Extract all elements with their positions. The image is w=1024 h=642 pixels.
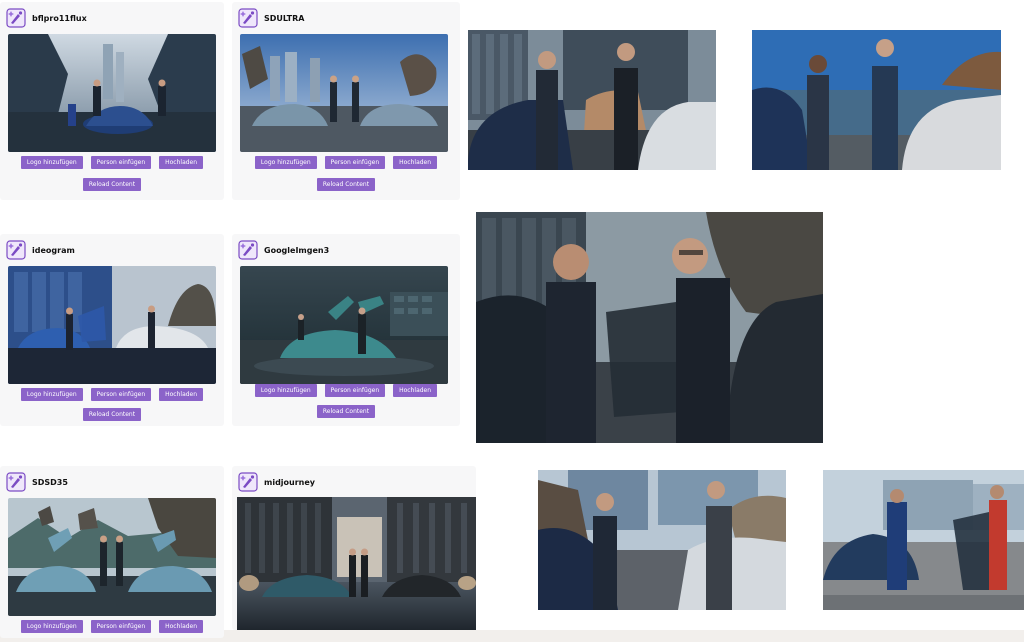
insert-person-button[interactable]: Person einfügen <box>90 388 152 401</box>
card-actions: Logo hinzufügen Person einfügen Hochlade… <box>232 384 460 397</box>
card-reload-row: Reload Content <box>232 178 460 191</box>
card-actions: Logo hinzufügen Person einfügen Hochlade… <box>0 620 224 633</box>
card-header: bflpro11flux <box>6 8 87 28</box>
insert-person-button[interactable]: Person einfügen <box>90 156 152 169</box>
insert-person-button[interactable]: Person einfügen <box>324 384 386 397</box>
sparkle-brush-logo-icon <box>238 472 258 492</box>
generator-card-googleimgen3: GoogleImgen3 Logo hinzufügen Person einf… <box>232 234 460 426</box>
generated-image[interactable] <box>237 497 476 630</box>
add-logo-button[interactable]: Logo hinzufügen <box>254 156 317 169</box>
card-title: midjourney <box>264 477 316 487</box>
upload-button[interactable]: Hochladen <box>393 384 438 397</box>
generated-image[interactable] <box>240 34 448 152</box>
sparkle-brush-logo-icon <box>238 8 258 28</box>
card-reload-row: Reload Content <box>0 408 224 421</box>
card-header: SDSD35 <box>6 472 68 492</box>
card-header: GoogleImgen3 <box>238 240 329 260</box>
generator-card-ideogram: ideogram Logo hinzufügen Person einfügen… <box>0 234 224 426</box>
card-reload-row: Reload Content <box>232 405 460 418</box>
card-header: SDULTRA <box>238 8 304 28</box>
generator-card-midjourney: midjourney <box>232 466 476 630</box>
result-photo-3[interactable] <box>538 470 786 610</box>
reload-content-button[interactable]: Reload Content <box>82 408 142 421</box>
generator-card-sdsd35: SDSD35 Logo hinzufügen Person einfügen H… <box>0 466 224 638</box>
upload-button[interactable]: Hochladen <box>159 388 204 401</box>
card-actions: Logo hinzufügen Person einfügen Hochlade… <box>0 156 224 169</box>
card-title: ideogram <box>32 245 75 255</box>
reload-content-button[interactable]: Reload Content <box>316 405 376 418</box>
card-title: SDSD35 <box>32 477 68 487</box>
add-logo-button[interactable]: Logo hinzufügen <box>20 156 83 169</box>
result-photo-large[interactable] <box>476 212 823 443</box>
card-header: ideogram <box>6 240 75 260</box>
generated-image[interactable] <box>240 266 448 384</box>
add-logo-button[interactable]: Logo hinzufügen <box>20 388 83 401</box>
card-title: GoogleImgen3 <box>264 245 330 255</box>
insert-person-button[interactable]: Person einfügen <box>90 620 152 633</box>
add-logo-button[interactable]: Logo hinzufügen <box>254 384 317 397</box>
upload-button[interactable]: Hochladen <box>159 156 204 169</box>
sparkle-brush-logo-icon <box>238 240 258 260</box>
card-header: midjourney <box>238 472 315 492</box>
reload-content-button[interactable]: Reload Content <box>82 178 142 191</box>
card-actions: Logo hinzufügen Person einfügen Hochlade… <box>0 388 224 401</box>
result-photo-1[interactable] <box>468 30 716 170</box>
generator-card-bflpro11flux: bflpro11flux Logo hinzufügen Person einf… <box>0 2 224 200</box>
card-title: SDULTRA <box>264 13 305 23</box>
insert-person-button[interactable]: Person einfügen <box>324 156 386 169</box>
add-logo-button[interactable]: Logo hinzufügen <box>20 620 83 633</box>
generated-image[interactable] <box>8 498 216 616</box>
sparkle-brush-logo-icon <box>6 240 26 260</box>
card-reload-row: Reload Content <box>0 178 224 191</box>
upload-button[interactable]: Hochladen <box>393 156 438 169</box>
generator-card-sdultra: SDULTRA Logo hinzufügen Person einfügen … <box>232 2 460 200</box>
generated-image[interactable] <box>8 34 216 152</box>
result-photo-4[interactable] <box>823 470 1024 610</box>
reload-content-button[interactable]: Reload Content <box>316 178 376 191</box>
result-photo-2[interactable] <box>752 30 1001 170</box>
card-title: bflpro11flux <box>32 13 87 23</box>
card-actions: Logo hinzufügen Person einfügen Hochlade… <box>232 156 460 169</box>
sparkle-brush-logo-icon <box>6 8 26 28</box>
sparkle-brush-logo-icon <box>6 472 26 492</box>
generated-image[interactable] <box>8 266 216 384</box>
upload-button[interactable]: Hochladen <box>159 620 204 633</box>
